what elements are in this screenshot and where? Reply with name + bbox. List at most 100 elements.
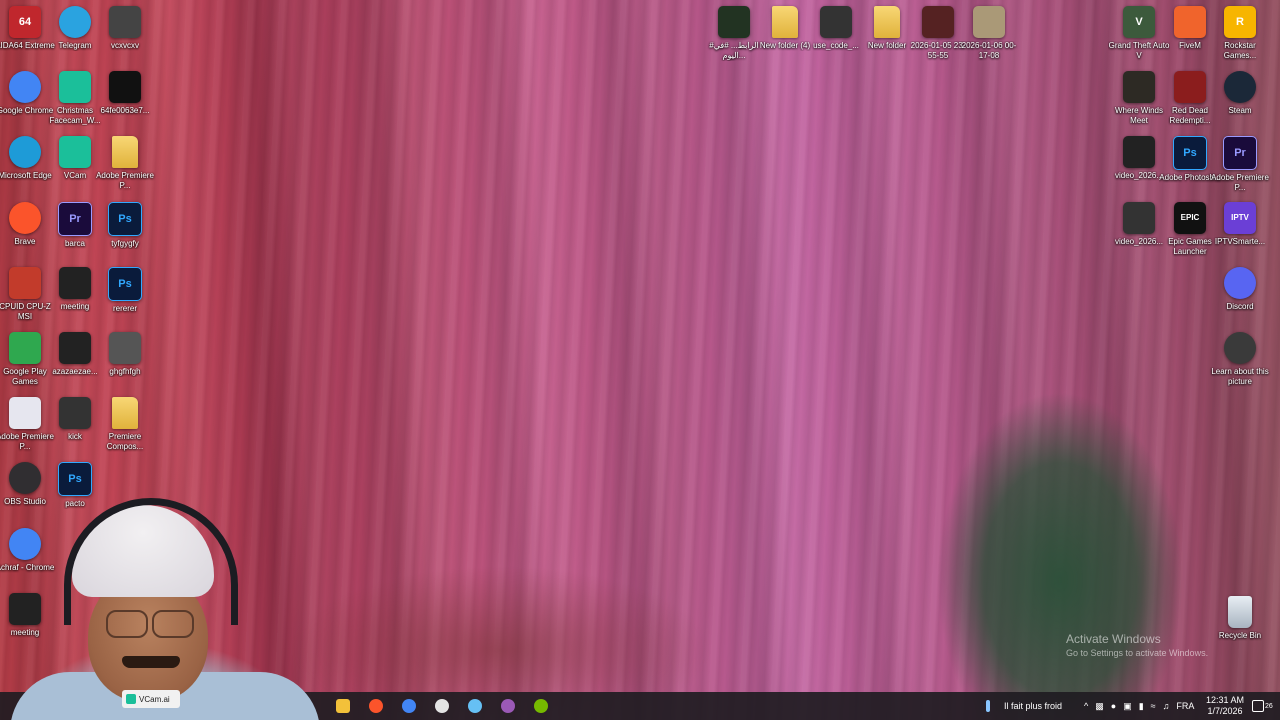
taskbar-app-button[interactable] [530, 696, 552, 716]
webcam-person-mustache [122, 656, 180, 668]
folder-icon [772, 6, 798, 38]
desktop-shortcut-label: Rockstar Games... [1223, 41, 1257, 60]
edge-icon [9, 136, 41, 169]
desktop-shortcut[interactable]: ghgfhfgh [96, 328, 154, 394]
desktop-shortcut[interactable]: 64fe0063e7... [96, 67, 154, 133]
premiere-icon: Pr [1223, 136, 1257, 171]
desktop-shortcut-label: Discord [1226, 301, 1254, 311]
video-file-icon [718, 6, 750, 38]
steam-icon [1224, 71, 1256, 104]
desktop-shortcut-label: Premiere Compos... [106, 432, 144, 452]
activation-watermark: Activate Windows Go to Settings to activ… [1066, 632, 1208, 658]
folder-icon [112, 397, 138, 430]
language-indicator[interactable]: FRA [1176, 701, 1194, 711]
weather-widget[interactable]: Il fait plus froid [986, 692, 1062, 720]
desktop-shortcut[interactable]: 2026-01-06 00-17-08 [960, 2, 1018, 68]
cpuz-icon [9, 266, 41, 299]
desktop-shortcut[interactable]: use_code_... [807, 2, 865, 68]
recycle-bin-label: Recycle Bin [1218, 631, 1262, 640]
desktop-shortcut[interactable]: V Grand Theft Auto V [1109, 2, 1169, 68]
notification-icon [1252, 700, 1264, 712]
image-file-icon [820, 6, 852, 38]
desktop-shortcut-label: rererer [112, 303, 137, 313]
desktop-shortcut[interactable]: Adobe Premiere P... [96, 132, 154, 198]
psd-file-icon: Ps [108, 266, 142, 301]
premiere-project-icon: Pr [58, 201, 92, 236]
volume-icon[interactable]: ♫ [1163, 701, 1170, 711]
steam-icon [468, 699, 482, 713]
video-file-icon [1123, 201, 1155, 234]
notification-count: 26 [1265, 702, 1273, 710]
network-icon[interactable]: ▩ [1095, 701, 1104, 712]
battery-icon[interactable]: ▮ [1139, 701, 1144, 712]
rdr-icon [1174, 71, 1206, 104]
webcam-person-glasses [104, 610, 194, 638]
chevron-up-icon[interactable]: ^ [1084, 701, 1088, 711]
desktop-shortcut[interactable]: #الرابط... #في اليوم... [705, 2, 763, 68]
nvidia-icon [534, 699, 548, 713]
notifications-button[interactable]: 26 [1252, 692, 1273, 720]
rockstar-icon: R [1224, 6, 1256, 38]
vcam-badge: VCam.ai [122, 690, 180, 708]
iptv-icon: IPTV [1224, 201, 1256, 234]
desktop-shortcut[interactable]: R Rockstar Games... [1211, 2, 1269, 68]
file-explorer-icon [336, 699, 350, 713]
image-file-icon [109, 6, 141, 38]
vcam-icon [59, 71, 91, 104]
desktop-shortcut[interactable]: Steam [1211, 67, 1269, 133]
watermark-subtitle: Go to Settings to activate Windows. [1066, 648, 1209, 658]
thermometer-icon [986, 700, 990, 712]
vcam-app-icon [59, 136, 91, 169]
recycle-bin[interactable]: Recycle Bin [1211, 592, 1269, 658]
clock-date: 1/7/2026 [1207, 706, 1243, 716]
vcam-badge-label: VCam.ai [139, 694, 170, 704]
taskbar-app-button[interactable] [497, 696, 519, 716]
chrome-profile-icon [501, 699, 515, 713]
image-file-icon [109, 332, 141, 364]
desktop-shortcut[interactable]: Pr Adobe Premiere P... [1211, 132, 1269, 198]
folder-icon [112, 136, 138, 169]
play-games-icon [9, 332, 41, 364]
desktop-shortcut-label: tyfgygfy [111, 238, 139, 248]
image-file-icon [973, 6, 1005, 38]
desktop-shortcut-label: ghgfhfgh [109, 367, 141, 376]
discord-icon [1224, 266, 1256, 299]
video-file-icon [59, 332, 91, 364]
display-icon[interactable]: ▣ [1123, 701, 1132, 712]
weather-text: Il fait plus froid [1004, 701, 1063, 711]
microphone-icon[interactable]: ● [1111, 701, 1116, 711]
video-file-icon [922, 6, 954, 38]
telegram-icon [59, 6, 91, 38]
clock[interactable]: 12:31 AM 1/7/2026 [1206, 692, 1244, 720]
taskbar-app-button[interactable] [365, 696, 387, 716]
desktop-shortcut[interactable]: Discord [1211, 263, 1269, 329]
gta-icon: V [1123, 6, 1155, 38]
desktop-shortcut[interactable]: New folder (4) [756, 2, 814, 68]
photoshop-icon: Ps [1173, 136, 1207, 171]
desktop-shortcut-label: vcxvcxv [111, 41, 139, 50]
chrome-icon [402, 699, 416, 713]
brave-icon [9, 201, 41, 234]
desktop-shortcut[interactable]: video_2026... [1110, 132, 1168, 198]
desktop-shortcut[interactable]: IPTV IPTVSmarte... [1211, 198, 1269, 264]
fivem-icon [1174, 6, 1206, 38]
image-file-icon [109, 71, 141, 104]
desktop-shortcut[interactable]: vcxvcxv [96, 2, 154, 68]
learn-picture-icon [1224, 332, 1256, 364]
desktop-shortcut-label: IPTVSmarte... [1214, 236, 1266, 246]
taskbar-app-button[interactable] [398, 696, 420, 716]
desktop-shortcut[interactable]: Ps rererer [96, 263, 154, 329]
desktop-shortcut[interactable]: Ps tyfgygfy [96, 198, 154, 264]
desktop-shortcut-label: 2026-01-06 00-17-08 [961, 41, 1017, 60]
wifi-icon[interactable]: ≈ [1151, 701, 1156, 711]
desktop-shortcut-label: 64fe0063e7... [100, 106, 150, 116]
desktop-shortcut[interactable]: Learn about this picture [1211, 328, 1269, 394]
taskbar-app-button[interactable] [332, 696, 354, 716]
desktop-shortcut[interactable]: Premiere Compos... [96, 393, 154, 459]
taskbar-app-button[interactable] [464, 696, 486, 716]
image-file-icon [59, 397, 91, 430]
folder-icon [874, 6, 900, 38]
vcam-logo-icon [126, 694, 136, 704]
taskbar-app-button[interactable] [431, 696, 453, 716]
desktop-shortcut-label: Steam [1228, 106, 1252, 116]
